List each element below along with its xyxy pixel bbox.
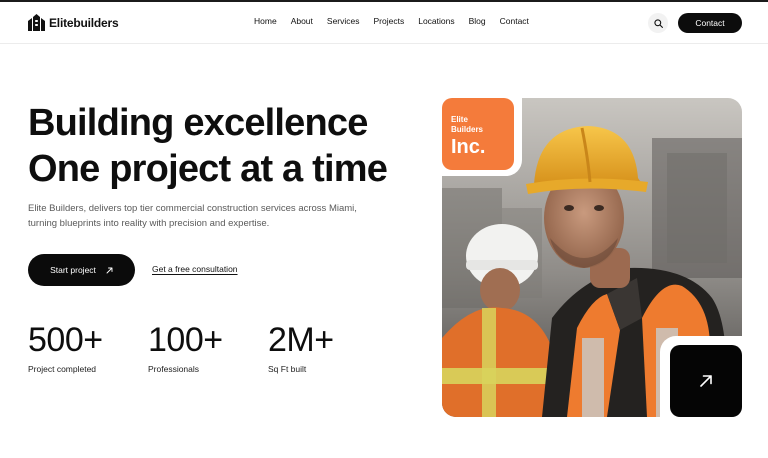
logo[interactable]: Elitebuilders: [28, 14, 119, 31]
start-project-button[interactable]: Start project: [28, 254, 135, 286]
search-button[interactable]: [648, 13, 668, 33]
search-icon: [653, 18, 663, 28]
company-badge: Elite Builders Inc.: [442, 98, 514, 170]
nav-home[interactable]: Home: [254, 16, 277, 26]
stat-value: 100+: [148, 321, 223, 359]
stat-sqft: 2M+ Sq Ft built: [268, 320, 334, 374]
hero-description: Elite Builders, delivers top tier commer…: [28, 203, 357, 229]
stat-label: Professionals: [148, 364, 200, 374]
nav-projects[interactable]: Projects: [374, 16, 405, 26]
stat-value: 2M+: [268, 321, 334, 359]
contact-button[interactable]: Contact: [678, 13, 742, 33]
stat-value: 500+: [28, 321, 103, 359]
consultation-link[interactable]: Get a free consultation: [152, 264, 238, 274]
nav-services[interactable]: Services: [327, 16, 360, 26]
building-logo-icon: [28, 14, 45, 31]
nav-locations[interactable]: Locations: [418, 16, 454, 26]
nav-about[interactable]: About: [291, 16, 313, 26]
nav-contact[interactable]: Contact: [500, 16, 529, 26]
badge-line-3: Inc.: [451, 136, 486, 158]
nav-blog[interactable]: Blog: [469, 16, 486, 26]
stat-projects: 500+ Project completed: [28, 320, 103, 374]
view-project-button[interactable]: [670, 345, 742, 417]
main-nav: Home About Services Projects Locations B…: [254, 16, 543, 26]
arrow-up-right-icon: [700, 375, 712, 387]
headline-line-2: One project at a time: [28, 148, 388, 190]
site-header: Elitebuilders Home About Services Projec…: [0, 2, 768, 44]
headline-line-1: Building excellence: [28, 102, 368, 144]
brand-name: Elitebuilders: [49, 15, 119, 30]
arrow-up-right-icon: [106, 267, 113, 273]
stat-label: Project completed: [28, 364, 97, 374]
stat-professionals: 100+ Professionals: [148, 320, 223, 374]
badge-line-1: Elite: [451, 115, 468, 124]
badge-line-2: Builders: [451, 125, 484, 134]
stat-label: Sq Ft built: [268, 364, 307, 374]
hero-headline: Building excellence One project at a tim…: [28, 100, 388, 192]
start-project-label: Start project: [50, 265, 96, 275]
